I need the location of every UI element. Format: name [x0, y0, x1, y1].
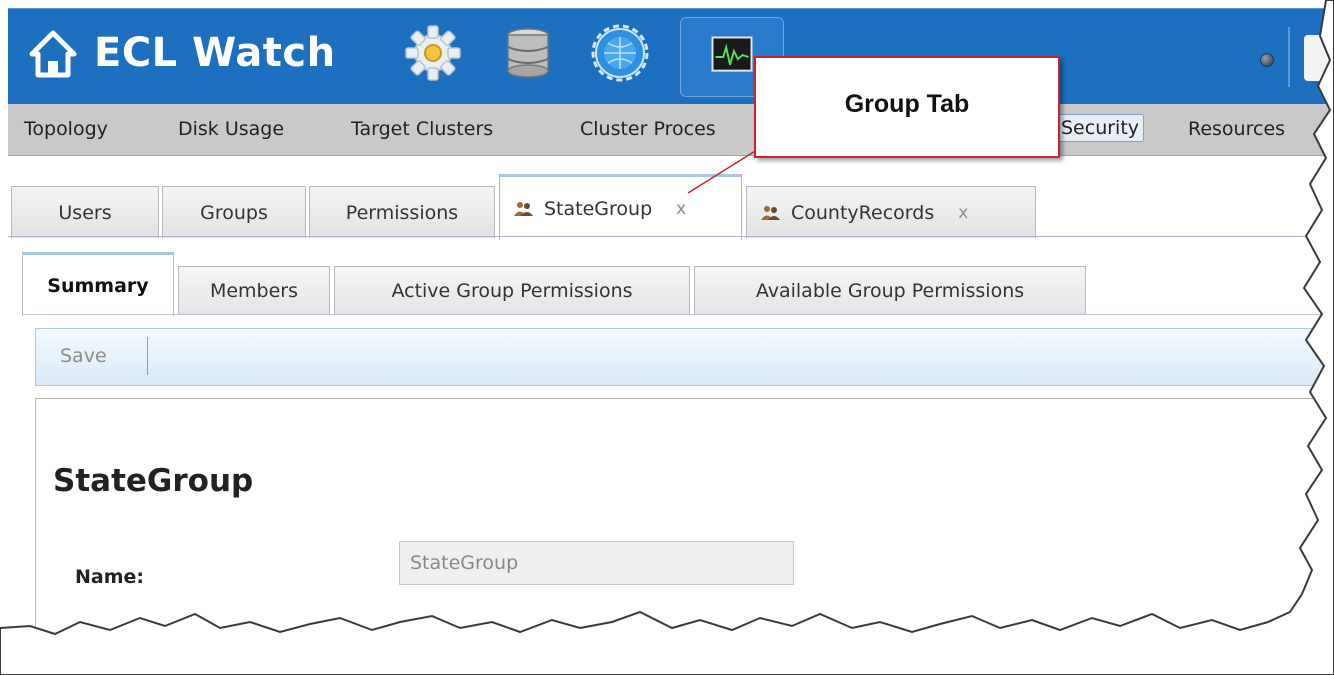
- torn-edge-border: [0, 0, 1334, 675]
- screenshot: ECL Watch Topology Disk Usage Target Clu…: [0, 0, 1334, 675]
